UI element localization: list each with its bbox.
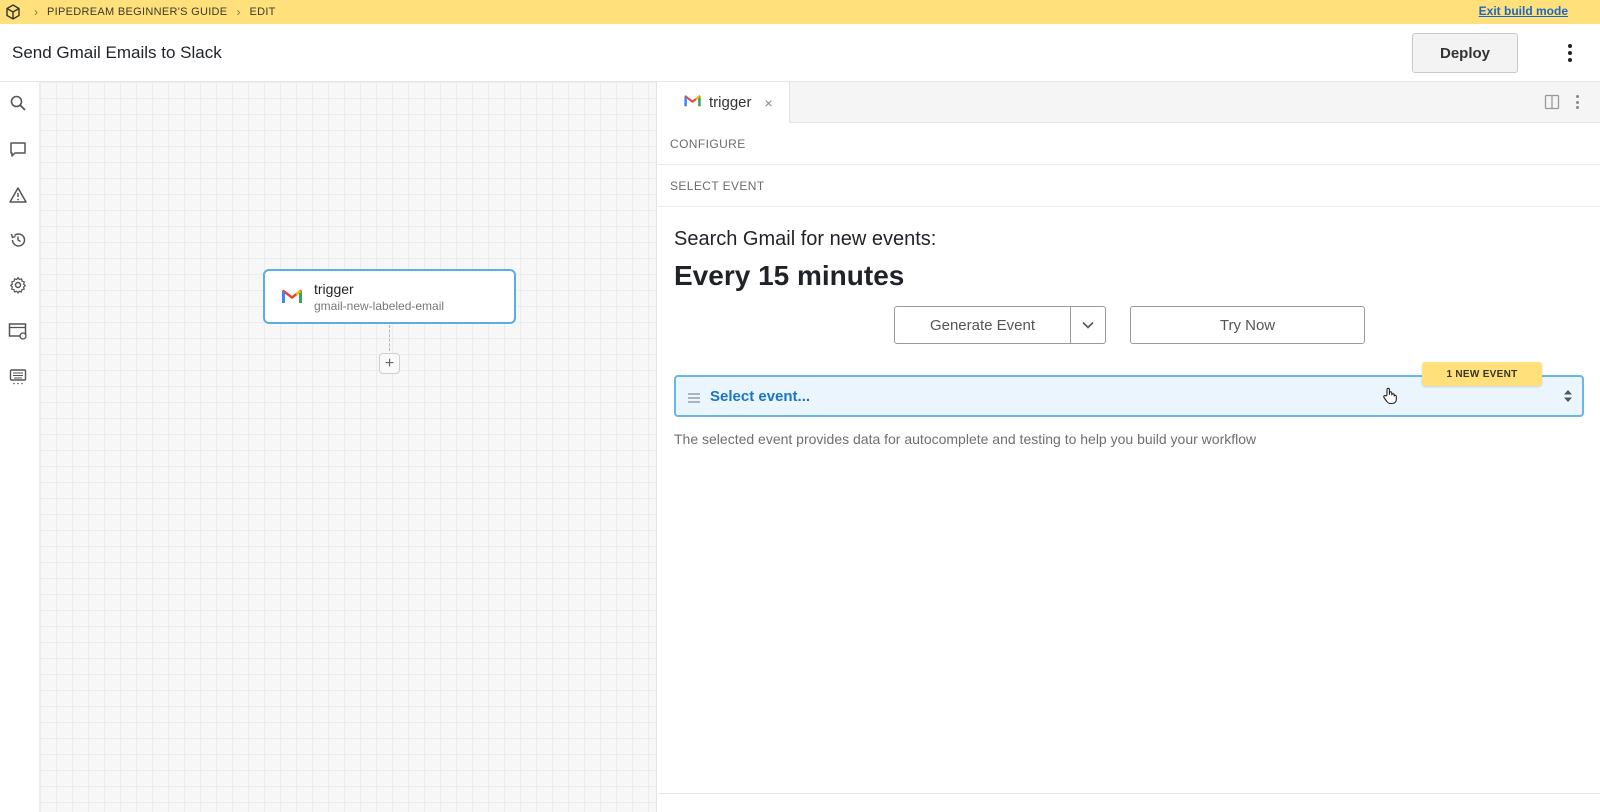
deploy-button[interactable]: Deploy xyxy=(1412,33,1518,73)
history-icon[interactable] xyxy=(6,228,30,252)
exit-build-mode-link[interactable]: Exit build mode xyxy=(1479,4,1568,18)
workflow-title[interactable]: Send Gmail Emails to Slack xyxy=(12,43,222,63)
list-icon xyxy=(688,390,700,408)
pipedream-logo-icon[interactable] xyxy=(1,0,25,24)
node-connector xyxy=(389,325,390,351)
workflow-header: Send Gmail Emails to Slack Deploy xyxy=(0,24,1600,82)
panel-tabbar: trigger × xyxy=(658,82,1600,123)
chevron-right-icon: › xyxy=(236,5,241,19)
generate-event-button[interactable]: Generate Event xyxy=(894,306,1071,344)
tab-trigger[interactable]: trigger × xyxy=(658,82,790,123)
new-event-badge: 1 NEW EVENT xyxy=(1422,362,1542,386)
step-panel: trigger × CONFIGURE SELECT EVENT Search … xyxy=(658,82,1600,812)
gmail-icon xyxy=(282,288,302,309)
breadcrumb-project[interactable]: PIPEDREAM BEGINNER'S GUIDE xyxy=(47,6,227,18)
configure-heading: CONFIGURE xyxy=(670,137,746,151)
build-mode-banner: › PIPEDREAM BEGINNER'S GUIDE › EDIT Exit… xyxy=(0,0,1600,24)
panel-divider xyxy=(658,793,1600,794)
generate-event-group: Generate Event xyxy=(894,306,1106,344)
panel-more-options-icon[interactable] xyxy=(1574,95,1580,109)
split-view-icon[interactable] xyxy=(1544,94,1560,115)
configure-section: CONFIGURE xyxy=(658,123,1600,165)
chevron-down-icon[interactable] xyxy=(1071,306,1106,344)
gear-icon[interactable] xyxy=(6,273,30,297)
comment-icon[interactable] xyxy=(6,137,30,161)
close-icon[interactable]: × xyxy=(765,95,773,111)
select-event-heading: SELECT EVENT xyxy=(670,179,765,193)
trigger-node[interactable]: trigger gmail-new-labeled-email xyxy=(263,269,516,324)
breadcrumb-edit[interactable]: EDIT xyxy=(249,6,275,18)
tab-label: trigger xyxy=(709,94,752,111)
chevron-right-icon: › xyxy=(34,5,38,19)
select-event-section: SELECT EVENT xyxy=(658,165,1600,207)
window-settings-icon[interactable] xyxy=(6,319,30,343)
keyboard-icon[interactable] xyxy=(6,365,30,389)
search-description: Search Gmail for new events: xyxy=(674,228,937,250)
search-icon[interactable] xyxy=(6,91,30,115)
select-event-helper-text: The selected event provides data for aut… xyxy=(674,431,1257,447)
sort-arrows-icon xyxy=(1563,389,1573,408)
try-now-button[interactable]: Try Now xyxy=(1130,306,1365,344)
polling-interval: Every 15 minutes xyxy=(674,260,905,291)
workflow-canvas[interactable]: trigger gmail-new-labeled-email + xyxy=(40,82,657,812)
more-options-icon[interactable] xyxy=(1562,42,1578,64)
node-subtitle: gmail-new-labeled-email xyxy=(314,299,445,313)
select-event-placeholder: Select event... xyxy=(710,388,811,405)
add-step-button[interactable]: + xyxy=(379,353,400,374)
hand-cursor-icon xyxy=(1382,387,1398,410)
warning-icon[interactable] xyxy=(6,183,30,207)
left-sidebar xyxy=(0,82,40,812)
gmail-icon xyxy=(684,94,701,112)
node-title: trigger xyxy=(314,281,354,297)
